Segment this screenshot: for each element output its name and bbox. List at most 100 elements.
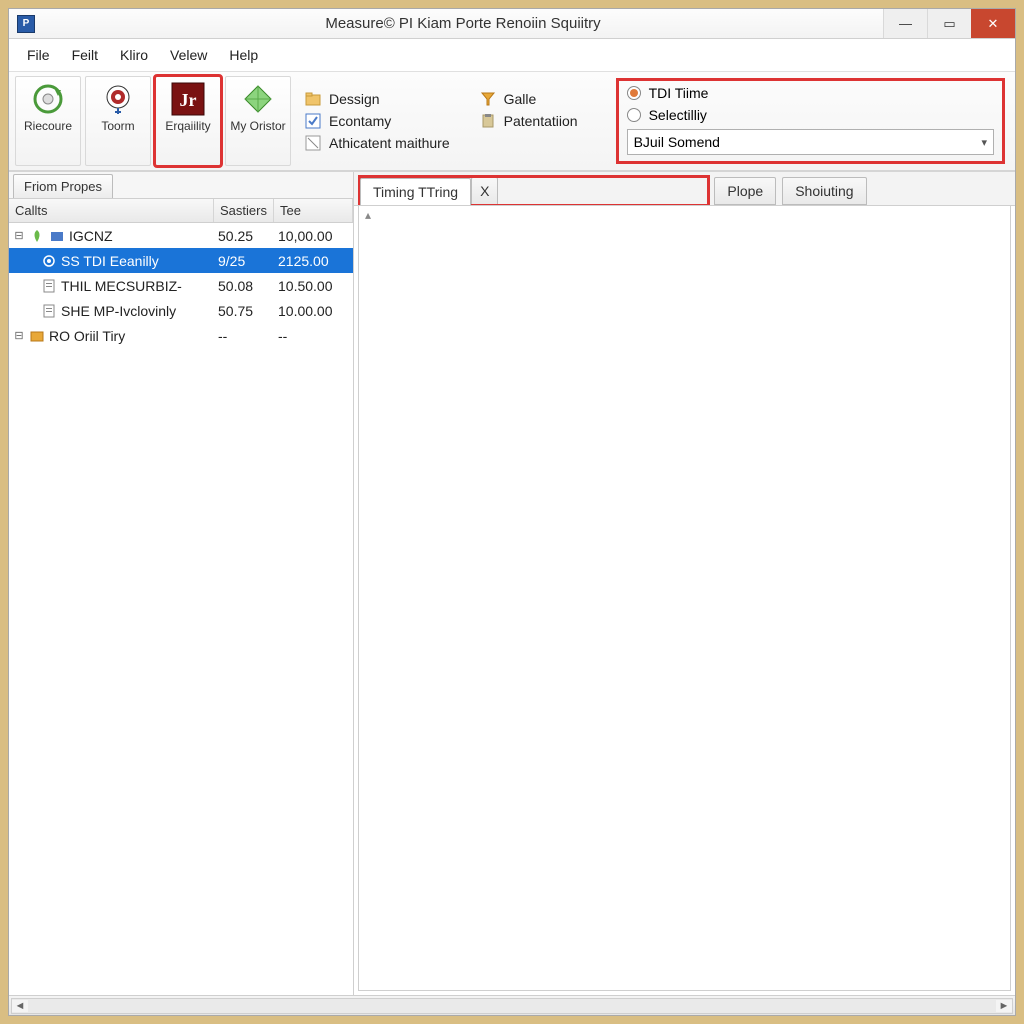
gear-icon xyxy=(41,253,57,269)
svg-text:Jr: Jr xyxy=(180,90,197,110)
opt-label: Econtamy xyxy=(329,113,391,129)
maximize-button[interactable]: ▭ xyxy=(927,9,971,38)
collapse-icon[interactable]: ⊟ xyxy=(13,229,25,242)
tree: ⊟ IGCNZ 50.25 10,00.00 SS TDI Eeanilly 9… xyxy=(9,223,353,348)
check-icon xyxy=(305,135,321,151)
app-icon: P xyxy=(17,15,35,33)
menu-velew[interactable]: Velew xyxy=(160,43,217,67)
menu-file[interactable]: File xyxy=(17,43,60,67)
checkbox-icon xyxy=(305,113,321,129)
header-tee[interactable]: Tee xyxy=(274,199,353,222)
tab-close[interactable]: X xyxy=(471,177,498,205)
target-icon xyxy=(100,81,136,117)
toolbar: Riecoure Toorm Jr Erqaiility My Oristor xyxy=(9,72,1015,171)
folder-icon xyxy=(29,328,45,344)
grid-header: Callts Sastiers Tee xyxy=(9,199,353,223)
menu-kliro[interactable]: Kliro xyxy=(110,43,158,67)
horizontal-scrollbar[interactable]: ◄ ► xyxy=(11,998,1013,1014)
opt-athicatent[interactable]: Athicatent maithure xyxy=(305,135,450,151)
chevron-down-icon: ▾ xyxy=(981,136,987,149)
row-tee: 2125.00 xyxy=(278,253,353,269)
tab-plope[interactable]: Plope xyxy=(714,177,776,205)
combo-value: BJuil Somend xyxy=(634,134,720,150)
opt-label: Dessign xyxy=(329,91,380,107)
tool-label: Toorm xyxy=(101,119,134,133)
row-name: IGCNZ xyxy=(69,228,113,244)
row-name: THIL MECSURBIZ- xyxy=(61,278,182,294)
option-column-2: Galle Patentatiion . xyxy=(480,78,578,164)
combo-bjuil[interactable]: BJuil Somend ▾ xyxy=(627,129,994,155)
scroll-left-icon[interactable]: ◄ xyxy=(12,1000,28,1012)
tool-label: Riecoure xyxy=(24,119,72,133)
tree-row-she[interactable]: SHE MP-Ivclovinly 50.75 10.00.00 xyxy=(9,298,353,323)
tree-row-sstdi[interactable]: SS TDI Eeanilly 9/25 2125.00 xyxy=(9,248,353,273)
clipboard-icon xyxy=(480,113,496,129)
folder-icon xyxy=(49,228,65,244)
folder-icon xyxy=(305,91,321,107)
tool-label: My Oristor xyxy=(230,119,285,133)
header-callts[interactable]: Callts xyxy=(9,199,214,222)
tab-timing[interactable]: Timing TTring xyxy=(360,178,471,206)
radio-unselected-icon xyxy=(627,108,641,122)
right-panel: Timing TTring X Plope Shoiuting ▴ xyxy=(354,172,1015,995)
menu-feilt[interactable]: Feilt xyxy=(62,43,108,67)
row-sastiers: 50.25 xyxy=(218,228,278,244)
tree-row-ro[interactable]: ⊟ RO Oriil Tiry -- -- xyxy=(9,323,353,348)
collapse-icon[interactable]: ⊟ xyxy=(13,329,25,342)
funnel-icon xyxy=(480,91,496,107)
minimize-button[interactable]: — xyxy=(883,9,927,38)
doc-icon xyxy=(41,303,57,319)
left-tab-row: Friom Propes xyxy=(9,172,353,199)
scroll-right-icon[interactable]: ► xyxy=(996,1000,1012,1012)
row-sastiers: 50.08 xyxy=(218,278,278,294)
opt-econtamy[interactable]: Econtamy xyxy=(305,113,450,129)
left-panel: Friom Propes Callts Sastiers Tee ⊟ IGCNZ… xyxy=(9,172,354,995)
row-tee: 10.50.00 xyxy=(278,278,353,294)
header-sastiers[interactable]: Sastiers xyxy=(214,199,274,222)
radio-selected-icon xyxy=(627,86,641,100)
opt-galle[interactable]: Galle xyxy=(480,91,578,107)
row-name: SS TDI Eeanilly xyxy=(61,253,159,269)
refresh-icon xyxy=(30,81,66,117)
body: Friom Propes Callts Sastiers Tee ⊟ IGCNZ… xyxy=(9,171,1015,995)
tool-myoristor[interactable]: My Oristor xyxy=(225,76,291,166)
tab-shoiuting[interactable]: Shoiuting xyxy=(782,177,866,205)
row-sastiers: 50.75 xyxy=(218,303,278,319)
radio-label: Selectilliy xyxy=(649,107,707,123)
opt-label: Patentatiion xyxy=(504,113,578,129)
tab-highlight: Timing TTring X xyxy=(360,177,708,205)
option-column-1: Dessign Econtamy Athicatent maithure xyxy=(305,78,450,164)
row-sastiers: 9/25 xyxy=(218,253,278,269)
ruler-caret-icon: ▴ xyxy=(365,208,371,222)
tool-label: Erqaiility xyxy=(165,119,210,133)
row-tee: -- xyxy=(278,328,353,344)
opt-label: Galle xyxy=(504,91,537,107)
radio-tdi-time[interactable]: TDI Tiime xyxy=(627,85,994,101)
close-button[interactable]: ✕ xyxy=(971,9,1015,38)
tool-erqaiility[interactable]: Jr Erqaiility xyxy=(155,76,221,166)
leaf-icon xyxy=(29,228,45,244)
radio-selectilliy[interactable]: Selectilliy xyxy=(627,107,994,123)
opt-patentatiion[interactable]: Patentatiion xyxy=(480,113,578,129)
tab-strip: Timing TTring X Plope Shoiuting xyxy=(354,172,1015,206)
tree-row-igcnz[interactable]: ⊟ IGCNZ 50.25 10,00.00 xyxy=(9,223,353,248)
tool-riecoure[interactable]: Riecoure xyxy=(15,76,81,166)
row-name: RO Oriil Tiry xyxy=(49,328,125,344)
row-name: SHE MP-Ivclovinly xyxy=(61,303,176,319)
tab-friom-propes[interactable]: Friom Propes xyxy=(13,174,113,198)
diamond-icon xyxy=(240,81,276,117)
ribbon-options: Dessign Econtamy Athicatent maithure Gal… xyxy=(291,76,1009,166)
tool-toorm[interactable]: Toorm xyxy=(85,76,151,166)
menubar: File Feilt Kliro Velew Help xyxy=(9,39,1015,72)
app-window: P Measure© PI Kiam Porte Renoiin Squiitr… xyxy=(8,8,1016,1016)
row-tee: 10,00.00 xyxy=(278,228,353,244)
content-area: ▴ xyxy=(358,205,1011,991)
opt-dessign[interactable]: Dessign xyxy=(305,91,450,107)
jr-icon: Jr xyxy=(170,81,206,117)
opt-label: Athicatent maithure xyxy=(329,135,450,151)
doc-icon xyxy=(41,278,57,294)
menu-help[interactable]: Help xyxy=(219,43,268,67)
tree-row-thil[interactable]: THIL MECSURBIZ- 50.08 10.50.00 xyxy=(9,273,353,298)
statusbar: ◄ ► xyxy=(9,995,1015,1015)
titlebar: P Measure© PI Kiam Porte Renoiin Squiitr… xyxy=(9,9,1015,39)
